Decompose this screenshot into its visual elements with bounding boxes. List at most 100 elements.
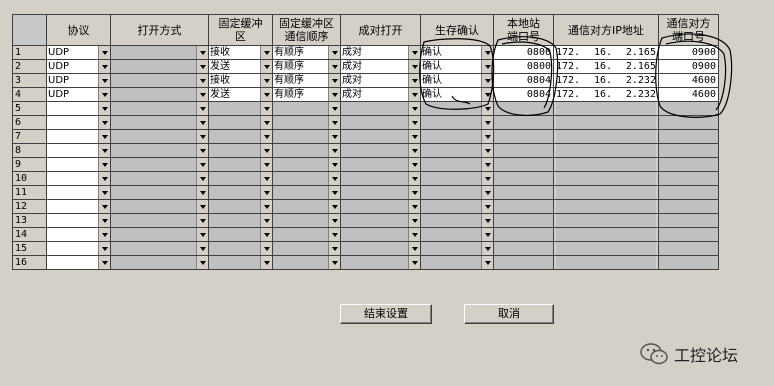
local-port-field[interactable]: 0804: [494, 74, 553, 87]
chevron-down-icon[interactable]: [98, 116, 110, 129]
pair-open-select[interactable]: [341, 116, 420, 129]
remote-ip-field[interactable]: 172. 16. 2.165: [554, 46, 658, 59]
remote-port-field[interactable]: 0900: [659, 60, 718, 73]
chevron-down-icon[interactable]: [260, 256, 272, 269]
fixed-buffer-select[interactable]: [209, 242, 272, 255]
chevron-down-icon[interactable]: [408, 228, 420, 241]
chevron-down-icon[interactable]: [196, 130, 208, 143]
chevron-down-icon[interactable]: [196, 228, 208, 241]
fixed-buffer-select[interactable]: 发送: [209, 60, 272, 73]
alive-check-select[interactable]: 确认: [421, 60, 493, 73]
protocol-select[interactable]: [47, 144, 110, 157]
chevron-down-icon[interactable]: [328, 242, 340, 255]
chevron-down-icon[interactable]: [408, 130, 420, 143]
open-method-select[interactable]: [111, 46, 208, 59]
remote-ip-field[interactable]: [556, 144, 656, 157]
chevron-down-icon[interactable]: [260, 200, 272, 213]
chevron-down-icon[interactable]: [98, 46, 110, 59]
buffer-order-select[interactable]: [273, 144, 340, 157]
buffer-order-select[interactable]: [273, 242, 340, 255]
pair-open-select[interactable]: [341, 242, 420, 255]
remote-ip-field[interactable]: [556, 242, 656, 255]
chevron-down-icon[interactable]: [328, 228, 340, 241]
buffer-order-select[interactable]: [273, 200, 340, 213]
open-method-select[interactable]: [111, 102, 208, 115]
open-method-select[interactable]: [111, 88, 208, 101]
pair-open-select[interactable]: [341, 130, 420, 143]
chevron-down-icon[interactable]: [260, 46, 272, 59]
protocol-select[interactable]: [47, 200, 110, 213]
alive-check-select[interactable]: [421, 116, 493, 129]
remote-port-field[interactable]: [659, 102, 718, 115]
chevron-down-icon[interactable]: [328, 172, 340, 185]
chevron-down-icon[interactable]: [196, 214, 208, 227]
fixed-buffer-select[interactable]: [209, 144, 272, 157]
fixed-buffer-select[interactable]: 接收: [209, 74, 272, 87]
local-port-field[interactable]: [494, 102, 553, 115]
buffer-order-select[interactable]: 有顺序: [273, 46, 340, 59]
chevron-down-icon[interactable]: [481, 186, 493, 199]
chevron-down-icon[interactable]: [196, 74, 208, 87]
chevron-down-icon[interactable]: [260, 214, 272, 227]
remote-ip-field[interactable]: [556, 172, 656, 185]
pair-open-select[interactable]: [341, 144, 420, 157]
alive-check-select[interactable]: 确认: [421, 46, 493, 59]
fixed-buffer-select[interactable]: [209, 214, 272, 227]
protocol-select[interactable]: [47, 186, 110, 199]
alive-check-select[interactable]: 确认: [421, 74, 493, 87]
open-method-select[interactable]: [111, 200, 208, 213]
buffer-order-select[interactable]: 有顺序: [273, 74, 340, 87]
open-method-select[interactable]: [111, 158, 208, 171]
remote-ip-field[interactable]: 172. 16. 2.232: [554, 74, 658, 87]
chevron-down-icon[interactable]: [98, 200, 110, 213]
remote-ip-field[interactable]: [556, 102, 656, 115]
chevron-down-icon[interactable]: [98, 88, 110, 101]
chevron-down-icon[interactable]: [328, 46, 340, 59]
chevron-down-icon[interactable]: [481, 116, 493, 129]
chevron-down-icon[interactable]: [98, 214, 110, 227]
alive-check-select[interactable]: [421, 144, 493, 157]
fixed-buffer-select[interactable]: [209, 256, 272, 269]
chevron-down-icon[interactable]: [98, 186, 110, 199]
buffer-order-select[interactable]: [273, 256, 340, 269]
pair-open-select[interactable]: [341, 102, 420, 115]
pair-open-select[interactable]: 成对: [341, 60, 420, 73]
remote-port-field[interactable]: [659, 116, 718, 129]
alive-check-select[interactable]: 确认: [421, 88, 493, 101]
protocol-select[interactable]: UDP: [47, 74, 110, 87]
chevron-down-icon[interactable]: [408, 214, 420, 227]
remote-port-field[interactable]: [659, 144, 718, 157]
chevron-down-icon[interactable]: [408, 102, 420, 115]
local-port-field[interactable]: [494, 130, 553, 143]
chevron-down-icon[interactable]: [260, 116, 272, 129]
chevron-down-icon[interactable]: [98, 130, 110, 143]
buffer-order-select[interactable]: [273, 228, 340, 241]
chevron-down-icon[interactable]: [408, 46, 420, 59]
fixed-buffer-select[interactable]: [209, 186, 272, 199]
chevron-down-icon[interactable]: [260, 74, 272, 87]
chevron-down-icon[interactable]: [481, 228, 493, 241]
pair-open-select[interactable]: [341, 256, 420, 269]
remote-ip-field[interactable]: [556, 158, 656, 171]
pair-open-select[interactable]: [341, 200, 420, 213]
chevron-down-icon[interactable]: [98, 242, 110, 255]
pair-open-select[interactable]: [341, 158, 420, 171]
alive-check-select[interactable]: [421, 158, 493, 171]
alive-check-select[interactable]: [421, 186, 493, 199]
pair-open-select[interactable]: 成对: [341, 74, 420, 87]
local-port-field[interactable]: [494, 144, 553, 157]
fixed-buffer-select[interactable]: [209, 130, 272, 143]
chevron-down-icon[interactable]: [328, 60, 340, 73]
chevron-down-icon[interactable]: [98, 144, 110, 157]
open-method-select[interactable]: [111, 214, 208, 227]
remote-ip-field[interactable]: [556, 130, 656, 143]
chevron-down-icon[interactable]: [481, 214, 493, 227]
local-port-field[interactable]: [494, 214, 553, 227]
pair-open-select[interactable]: [341, 186, 420, 199]
fixed-buffer-select[interactable]: 发送: [209, 88, 272, 101]
alive-check-select[interactable]: [421, 102, 493, 115]
chevron-down-icon[interactable]: [328, 256, 340, 269]
local-port-field[interactable]: [494, 186, 553, 199]
remote-port-field[interactable]: [659, 130, 718, 143]
finish-settings-button[interactable]: 结束设置: [340, 304, 432, 324]
